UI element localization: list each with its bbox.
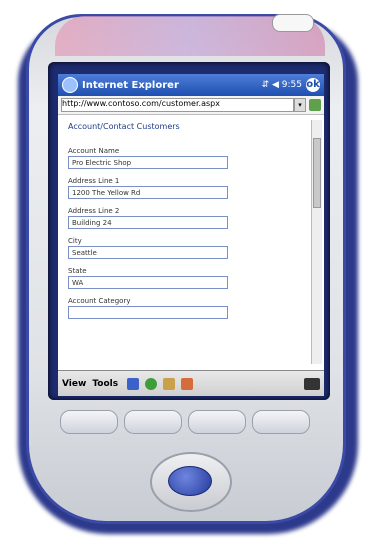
field-city: City Seattle: [68, 237, 310, 259]
address-input[interactable]: http://www.contoso.com/customer.aspx: [61, 98, 294, 112]
hardware-button-4[interactable]: [252, 410, 310, 434]
hardware-button-1[interactable]: [60, 410, 118, 434]
city-input[interactable]: Seattle: [68, 246, 228, 259]
hardware-button-2[interactable]: [124, 410, 182, 434]
hardware-buttons: [60, 410, 310, 436]
address-line-2-input[interactable]: Building 24: [68, 216, 228, 229]
back-icon[interactable]: [127, 377, 140, 390]
field-account-name: Account Name Pro Electric Shop: [68, 147, 310, 169]
field-address-line-2: Address Line 2 Building 24: [68, 207, 310, 229]
menu-bar: View Tools: [58, 370, 324, 396]
section-title: Account/Contact Customers: [68, 122, 180, 131]
field-label: City: [68, 237, 82, 245]
start-icon[interactable]: [62, 77, 78, 93]
address-bar: http://www.contoso.com/customer.aspx ▾: [58, 96, 324, 115]
menu-tools[interactable]: Tools: [92, 379, 118, 389]
address-dropdown-button[interactable]: ▾: [294, 98, 306, 112]
field-address-line-1: Address Line 1 1200 The Yellow Rd: [68, 177, 310, 199]
address-line-1-input[interactable]: 1200 The Yellow Rd: [68, 186, 228, 199]
menu-view[interactable]: View: [62, 379, 86, 389]
title-bar: Internet Explorer ⇵ ◀ 9:55 ok: [58, 74, 324, 96]
home-icon[interactable]: [163, 377, 176, 390]
vertical-scrollbar[interactable]: [311, 120, 322, 364]
hardware-button-3[interactable]: [188, 410, 246, 434]
field-label: Address Line 1: [68, 177, 120, 185]
refresh-icon[interactable]: [145, 377, 158, 390]
field-label: Account Category: [68, 297, 131, 305]
navigation-center-button[interactable]: [168, 466, 212, 496]
form-content: Account/Contact Customers Account Name P…: [58, 114, 310, 366]
field-state: State WA: [68, 267, 310, 289]
account-category-input[interactable]: [68, 306, 228, 319]
close-icon[interactable]: ok: [306, 78, 320, 92]
field-label: Account Name: [68, 147, 120, 155]
status-icons[interactable]: ⇵ ◀ 9:55: [262, 80, 302, 90]
field-account-category: Account Category: [68, 297, 310, 319]
state-input[interactable]: WA: [68, 276, 228, 289]
keyboard-icon[interactable]: [304, 377, 320, 390]
favorites-icon[interactable]: [181, 377, 194, 390]
screen: Internet Explorer ⇵ ◀ 9:55 ok http://www…: [58, 74, 324, 396]
field-label: Address Line 2: [68, 207, 120, 215]
scroll-thumb[interactable]: [313, 138, 321, 208]
power-button[interactable]: [272, 14, 314, 32]
go-icon[interactable]: [309, 99, 321, 111]
window-title: Internet Explorer: [82, 79, 179, 91]
field-label: State: [68, 267, 87, 275]
account-name-input[interactable]: Pro Electric Shop: [68, 156, 228, 169]
